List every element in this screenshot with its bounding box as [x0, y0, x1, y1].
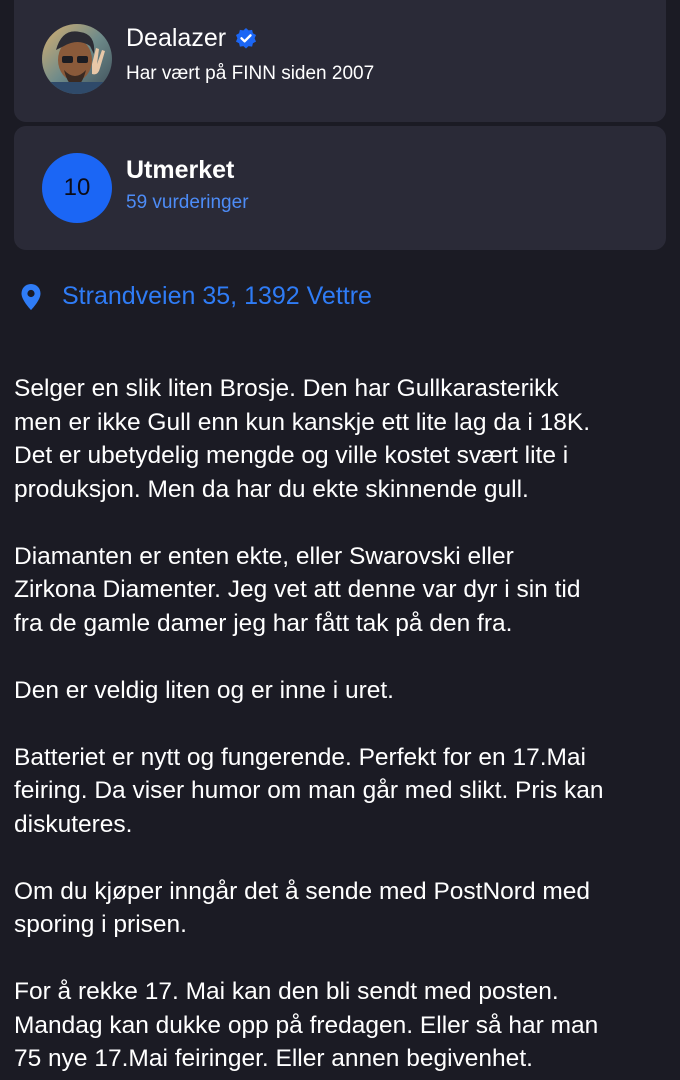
description-paragraph: Den er veldig liten og er inne i uret.: [14, 676, 394, 704]
rating-label: Utmerket: [126, 156, 235, 184]
seller-name[interactable]: Dealazer: [126, 24, 226, 53]
seller-avatar[interactable]: [42, 24, 112, 94]
description-paragraph: Selger en slik liten Brosje. Den har Gul…: [14, 375, 591, 503]
description-paragraph: Batteriet er nytt og fungerende. Perfekt…: [14, 743, 604, 838]
location-address[interactable]: Strandveien 35, 1392 Vettre: [62, 282, 372, 311]
location-link[interactable]: Strandveien 35, 1392 Vettre: [20, 282, 372, 311]
seller-name-row[interactable]: Dealazer: [126, 24, 258, 53]
description-paragraph: For å rekke 17. Mai kan den bli sendt me…: [14, 978, 599, 1072]
verified-badge-icon: [234, 27, 258, 51]
description-paragraph: Diamanten er enten ekte, eller Swarovski…: [14, 542, 581, 637]
location-pin-icon: [20, 283, 42, 311]
avatar-image: [42, 24, 112, 94]
seller-member-since: Har vært på FINN siden 2007: [126, 63, 375, 84]
rating-card[interactable]: 10 Utmerket 59 vurderinger: [14, 126, 666, 250]
description-paragraph: Om du kjøper inngår det å sende med Post…: [14, 877, 591, 939]
rating-score-badge: 10: [42, 153, 112, 223]
seller-card[interactable]: Dealazer Har vært på FINN siden 2007: [14, 0, 666, 122]
rating-count-link[interactable]: 59 vurderinger: [126, 192, 249, 214]
ad-details-page: Dealazer Har vært på FINN siden 2007 10 …: [0, 0, 680, 1080]
ad-description: Selger en slik liten Brosje. Den har Gul…: [14, 372, 669, 1080]
